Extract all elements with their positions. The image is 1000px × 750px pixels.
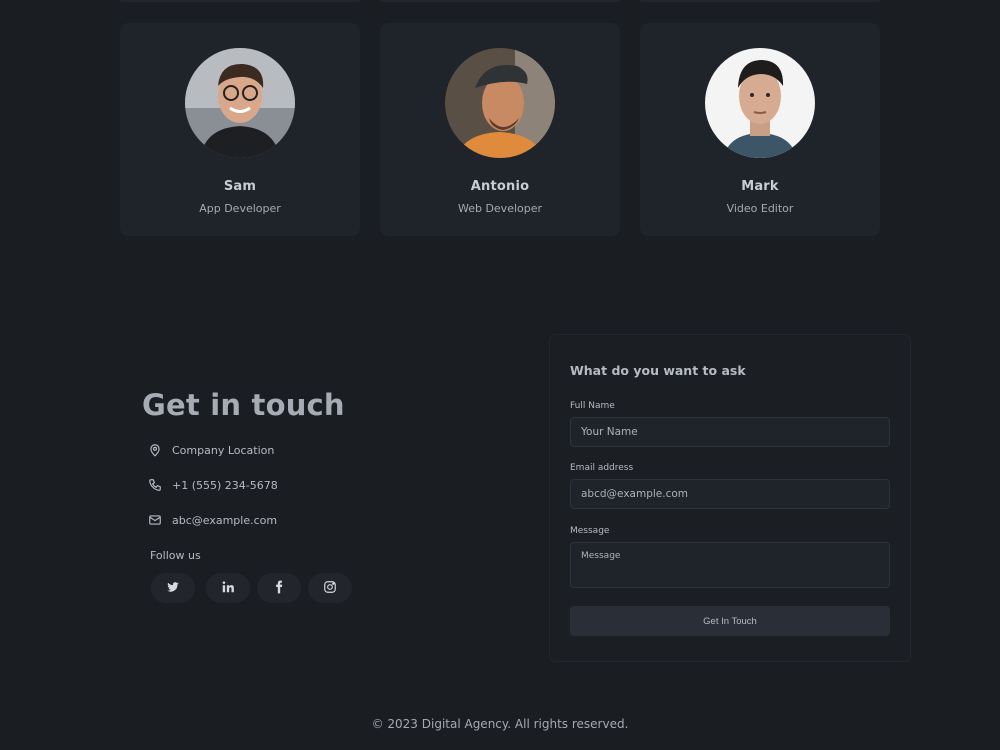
avatar xyxy=(185,48,295,158)
facebook-icon xyxy=(272,579,286,598)
linkedin-icon xyxy=(221,579,235,598)
member-role: Web Developer xyxy=(457,202,543,215)
card-edge xyxy=(120,0,360,2)
location-row: Company Location xyxy=(148,443,274,457)
twitter-button[interactable] xyxy=(151,573,195,603)
message-label: Message xyxy=(570,526,610,536)
full-name-input[interactable]: Your Name xyxy=(570,417,890,447)
team-card-sam: Sam App Developer xyxy=(120,23,360,236)
avatar xyxy=(445,48,555,158)
get-in-touch-button[interactable]: Get In Touch xyxy=(570,606,890,636)
contact-title: Get in touch xyxy=(142,388,345,422)
message-textarea[interactable]: Message xyxy=(570,542,890,588)
member-name: Mark xyxy=(741,179,779,194)
full-name-label: Full Name xyxy=(570,401,615,411)
mail-icon xyxy=(148,513,162,527)
page: Sam App Developer Antonio Web Developer xyxy=(0,0,1000,750)
team-card-antonio: Antonio Web Developer xyxy=(380,23,620,236)
avatar xyxy=(705,48,815,158)
email-row: abc@example.com xyxy=(148,513,277,527)
member-role: App Developer xyxy=(199,202,281,215)
instagram-button[interactable] xyxy=(308,573,352,603)
card-edge xyxy=(640,0,880,2)
member-role: Video Editor xyxy=(726,202,794,215)
footer-copyright: © 2023 Digital Agency. All rights reserv… xyxy=(371,717,629,731)
instagram-icon xyxy=(323,579,337,598)
email-label: Email address xyxy=(570,463,634,473)
member-name: Antonio xyxy=(470,179,530,194)
phone-row: +1 (555) 234-5678 xyxy=(148,478,278,492)
linkedin-button[interactable] xyxy=(206,573,250,603)
facebook-button[interactable] xyxy=(257,573,301,603)
team-card-mark: Mark Video Editor xyxy=(640,23,880,236)
email-input[interactable]: abcd@example.com xyxy=(570,479,890,509)
location-text: Company Location xyxy=(172,443,275,457)
card-edge xyxy=(380,0,620,2)
map-pin-icon xyxy=(148,443,162,457)
phone-text: +1 (555) 234-5678 xyxy=(172,478,278,492)
twitter-icon xyxy=(166,579,180,598)
phone-icon xyxy=(148,478,162,492)
form-heading: What do you want to ask xyxy=(570,363,746,378)
email-text: abc@example.com xyxy=(172,513,278,527)
follow-label: Follow us xyxy=(150,549,201,562)
member-name: Sam xyxy=(223,179,257,194)
contact-form: What do you want to ask Full Name Your N… xyxy=(549,334,911,662)
